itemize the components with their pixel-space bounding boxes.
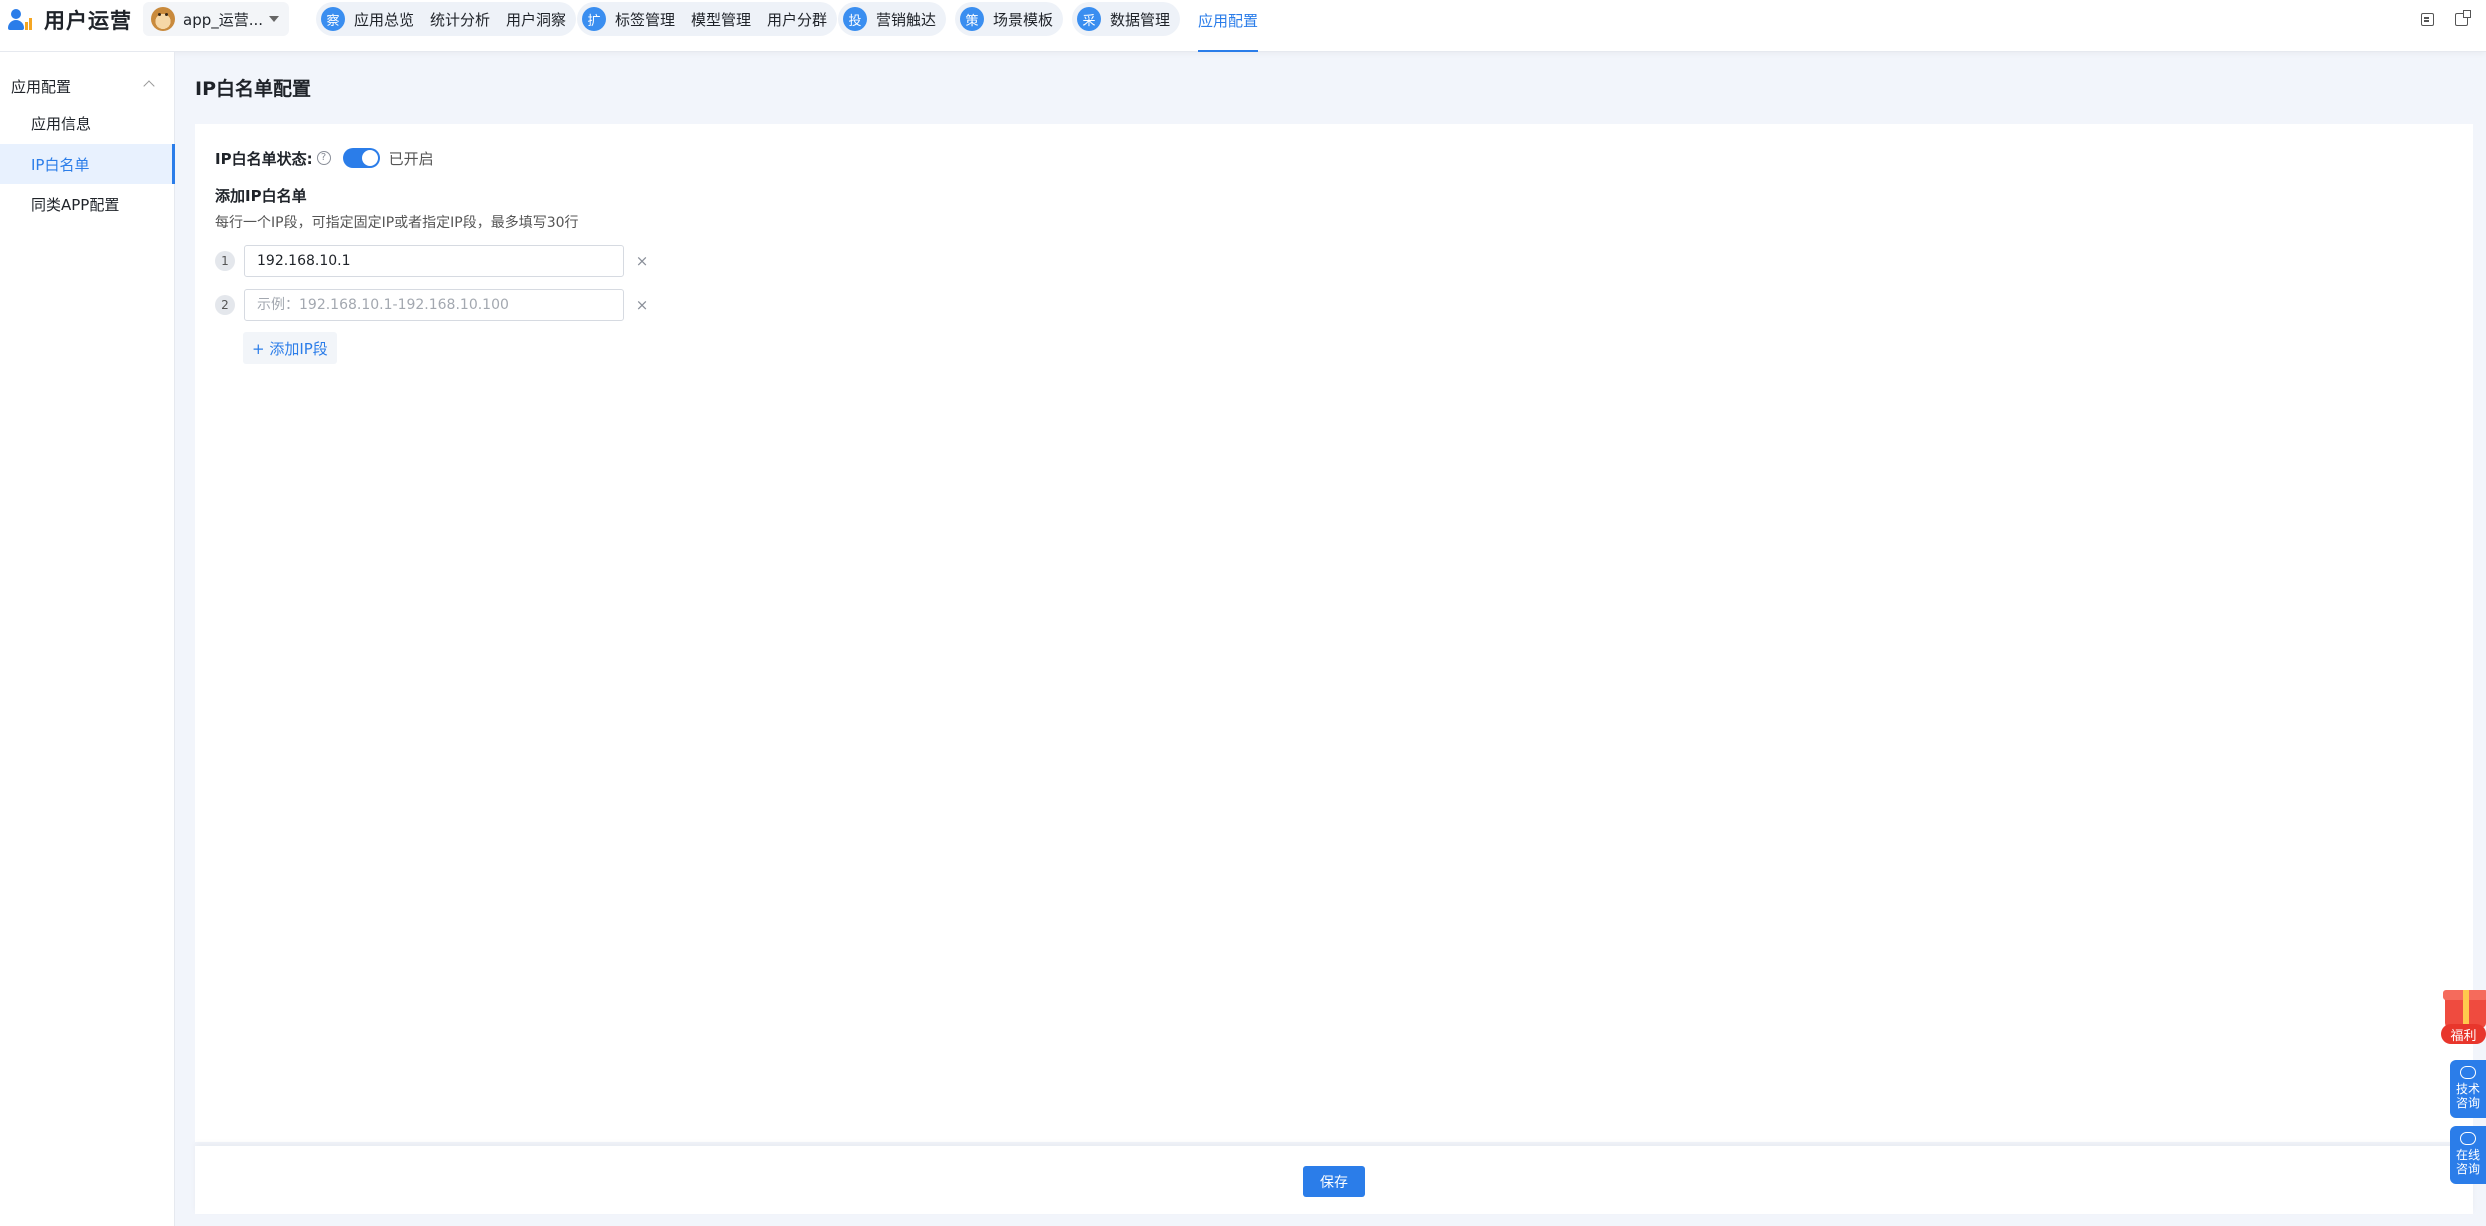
nav-tag-management[interactable]: 标签管理 (615, 9, 675, 30)
gift-label: 福利 (2441, 1024, 2486, 1044)
product-name: 用户运营 (44, 9, 132, 33)
delete-row-icon[interactable]: × (634, 296, 650, 314)
chat-icon (2460, 1066, 2476, 1079)
sidebar-item-label: IP白名单 (31, 155, 90, 174)
online-consult-label: 在线咨询 (2455, 1148, 2480, 1176)
nav-scene-templates[interactable]: 场景模板 (993, 9, 1053, 30)
sidebar: 应用配置 应用信息 IP白名单 同类APP配置 (0, 52, 175, 1226)
sidebar-item-similar-app-config[interactable]: 同类APP配置 (0, 184, 175, 224)
section-title: 添加IP白名单 (215, 187, 307, 205)
online-consult-button[interactable]: 在线咨询 (2450, 1126, 2486, 1184)
document-icon[interactable] (2421, 13, 2434, 26)
external-window-icon[interactable] (2455, 10, 2471, 26)
product-logo[interactable]: 用户运营 (8, 0, 132, 40)
sidebar-item-label: 同类APP配置 (31, 195, 120, 214)
nav-group-badge: 察 (321, 7, 345, 31)
row-number: 1 (215, 251, 235, 271)
nav-group-badge: 扩 (582, 7, 606, 31)
nav-group-observe: 察 应用总览 统计分析 用户洞察 (316, 2, 577, 36)
ip-whitelist-card: IP白名单状态: ? 已开启 添加IP白名单 每行一个IP段，可指定固定IP或者… (195, 124, 2473, 1142)
page-title: IP白名单配置 (195, 78, 311, 100)
nav-group-extend: 扩 标签管理 模型管理 用户分群 (577, 2, 838, 36)
sidebar-item-app-info[interactable]: 应用信息 (0, 103, 175, 143)
nav-model-management[interactable]: 模型管理 (691, 9, 751, 30)
nav-group-badge: 采 (1077, 7, 1101, 31)
sidebar-item-label: 应用信息 (31, 114, 92, 133)
ip-row: 1 × (215, 245, 650, 277)
app-avatar (151, 7, 175, 31)
help-icon[interactable]: ? (316, 151, 331, 165)
ip-input[interactable] (244, 245, 624, 277)
section-description: 每行一个IP段，可指定固定IP或者指定IP段，最多填写30行 (215, 215, 579, 231)
status-text: 已开启 (388, 149, 434, 168)
tech-consult-button[interactable]: 技术咨询 (2450, 1060, 2486, 1118)
sidebar-item-ip-whitelist[interactable]: IP白名单 (0, 144, 175, 184)
user-chart-logo-icon (8, 8, 34, 32)
whitelist-status-row: IP白名单状态: ? 已开启 (215, 145, 434, 171)
sidebar-group-label: 应用配置 (11, 77, 72, 96)
status-label: IP白名单状态: (215, 149, 313, 168)
app-name: app_运营... (183, 10, 264, 29)
chevron-up-icon (143, 80, 155, 92)
add-ip-range-button[interactable]: + 添加IP段 (243, 332, 337, 364)
app-switcher[interactable]: app_运营... (143, 2, 289, 36)
nav-group-deliver: 投 营销触达 (838, 2, 947, 36)
row-number: 2 (215, 295, 235, 315)
nav-group-strategy: 策 场景模板 (955, 2, 1064, 36)
nav-group-badge: 投 (843, 7, 867, 31)
save-button[interactable]: 保存 (1303, 1166, 1365, 1197)
nav-data-management[interactable]: 数据管理 (1110, 9, 1170, 30)
ip-row: 2 × (215, 289, 650, 321)
nav-user-segments[interactable]: 用户分群 (767, 9, 827, 30)
headset-icon (2460, 1132, 2476, 1145)
nav-group-badge: 策 (960, 7, 984, 31)
footer-bar: 保存 (195, 1146, 2473, 1214)
whitelist-status-toggle[interactable] (342, 148, 380, 168)
nav-group-collect: 采 数据管理 (1072, 2, 1181, 36)
nav-statistics[interactable]: 统计分析 (430, 9, 490, 30)
sidebar-group-app-config[interactable]: 应用配置 (0, 69, 175, 103)
top-navigation-bar: 用户运营 app_运营... 察 应用总览 统计分析 用户洞察 扩 标签管理 模… (0, 0, 2486, 52)
welfare-gift-button[interactable]: 福利 (2441, 984, 2486, 1046)
nav-app-overview[interactable]: 应用总览 (354, 9, 414, 30)
nav-user-insight[interactable]: 用户洞察 (506, 9, 566, 30)
caret-down-icon (269, 16, 279, 22)
delete-row-icon[interactable]: × (634, 252, 650, 270)
ip-input[interactable] (244, 289, 624, 321)
nav-marketing-reach[interactable]: 营销触达 (876, 9, 936, 30)
nav-app-config-active[interactable]: 应用配置 (1198, 0, 1259, 52)
tech-consult-label: 技术咨询 (2455, 1082, 2480, 1110)
